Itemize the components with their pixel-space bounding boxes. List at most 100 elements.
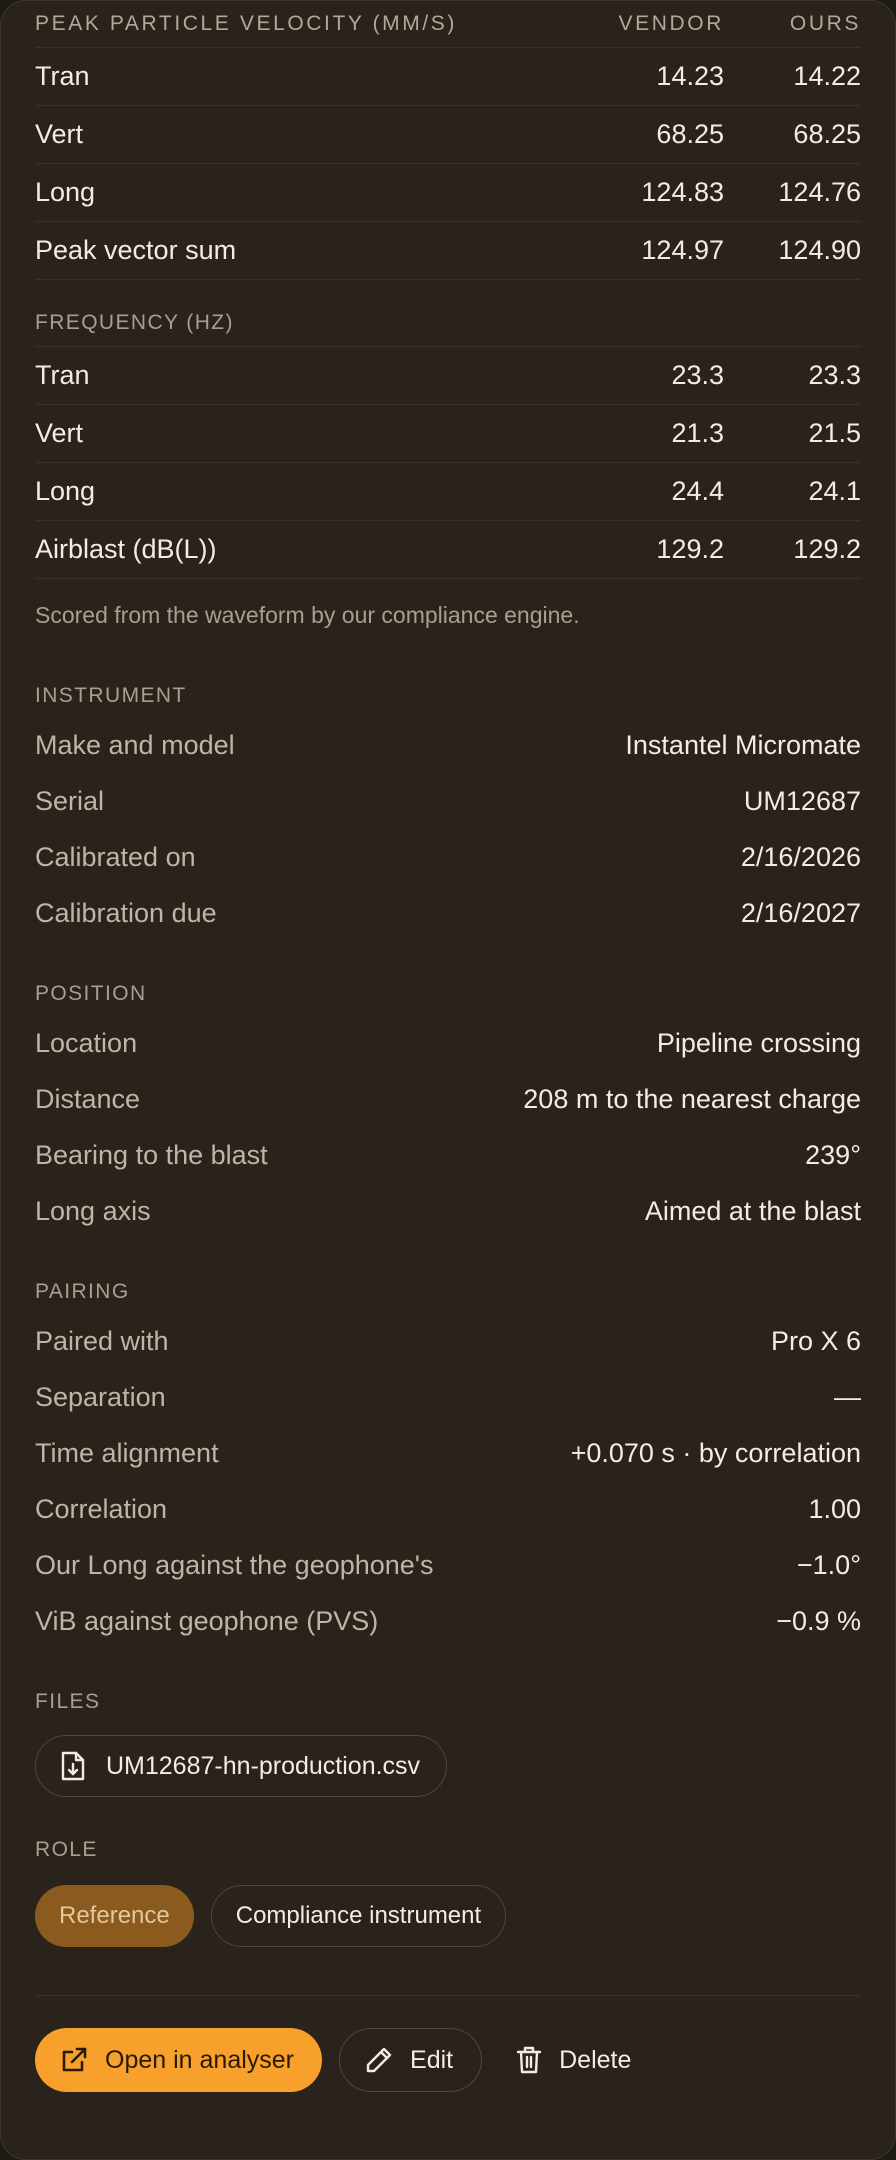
detail-key: Distance	[35, 1083, 141, 1114]
vendor-value: 68.25	[656, 119, 724, 149]
role-section-title: Role	[35, 1838, 98, 1861]
detail-row: Distance 208 m to the nearest charge	[35, 1071, 861, 1127]
sensor-detail-panel: Peak particle velocity (mm/s) Vendor Our…	[0, 0, 896, 2160]
detail-key: Location	[35, 1027, 138, 1058]
detail-value: Pro X 6	[770, 1325, 861, 1356]
delete-button[interactable]: Delete	[499, 2028, 659, 2092]
detail-row: Calibration due 2/16/2027	[35, 885, 861, 941]
detail-value: −1.0°	[796, 1549, 861, 1580]
detail-value: 239°	[805, 1139, 861, 1170]
detail-key: Serial	[35, 785, 105, 816]
detail-value: −0.9 %	[776, 1605, 861, 1636]
ours-value: 124.76	[778, 177, 861, 207]
table-row: Vert 68.25 68.25	[35, 106, 861, 164]
detail-value: UM12687	[743, 785, 861, 816]
ours-value: 68.25	[793, 119, 861, 149]
row-label: Vert	[35, 119, 84, 149]
detail-key: Time alignment	[35, 1437, 219, 1468]
table-row: Tran 23.3 23.3	[35, 347, 861, 405]
detail-key: Long axis	[35, 1195, 151, 1226]
row-label: Airblast (dB(L))	[35, 534, 217, 564]
divider	[35, 1995, 861, 1996]
table-row: Peak vector sum 124.97 124.90	[35, 222, 861, 280]
scoring-note: Scored from the waveform by our complian…	[35, 601, 580, 628]
detail-key: Calibration due	[35, 897, 217, 928]
ours-value: 21.5	[808, 418, 861, 448]
pairing-section-title: Pairing	[35, 1280, 130, 1303]
detail-row: ViB against geophone (PVS) −0.9 %	[35, 1593, 861, 1649]
ours-value: 14.22	[793, 61, 861, 91]
detail-row: Correlation 1.00	[35, 1481, 861, 1537]
vendor-value: 24.4	[671, 476, 724, 506]
file-download-icon	[61, 1751, 85, 1781]
detail-row: Bearing to the blast 239°	[35, 1127, 861, 1183]
vendor-value: 14.23	[656, 61, 724, 91]
table-row: Long 24.4 24.1	[35, 463, 861, 521]
instrument-section-title: Instrument	[35, 684, 187, 707]
detail-value: 2/16/2027	[740, 897, 861, 928]
file-chip[interactable]: UM12687-hn-production.csv	[35, 1735, 448, 1797]
frequency-title: Frequency (Hz)	[35, 280, 861, 347]
file-name: UM12687-hn-production.csv	[106, 1751, 421, 1780]
ours-value: 23.3	[808, 360, 861, 390]
vendor-value: 124.97	[641, 235, 724, 265]
detail-key: ViB against geophone (PVS)	[35, 1605, 379, 1636]
ours-value: 129.2	[793, 534, 861, 564]
detail-value: Instantel Micromate	[625, 729, 861, 760]
detail-value: Aimed at the blast	[644, 1195, 861, 1226]
edit-label: Edit	[410, 2045, 454, 2074]
row-label: Long	[35, 476, 96, 506]
table-row: Long 124.83 124.76	[35, 164, 861, 222]
detail-row: Long axis Aimed at the blast	[35, 1183, 861, 1239]
role-option-compliance-instrument[interactable]: Compliance instrument	[210, 1885, 507, 1947]
detail-key: Make and model	[35, 729, 235, 760]
detail-row: Our Long against the geophone's −1.0°	[35, 1537, 861, 1593]
ppv-title: Peak particle velocity (mm/s)	[35, 12, 457, 35]
open-in-analyser-label: Open in analyser	[105, 2045, 295, 2074]
ours-value: 124.90	[778, 235, 861, 265]
open-in-analyser-button[interactable]: Open in analyser	[35, 2028, 323, 2092]
vendor-column-header: Vendor	[618, 12, 724, 35]
vendor-value: 21.3	[671, 418, 724, 448]
role-option-reference[interactable]: Reference	[35, 1885, 194, 1947]
detail-row: Paired with Pro X 6	[35, 1313, 861, 1369]
detail-key: Calibrated on	[35, 841, 196, 872]
row-label: Vert	[35, 418, 84, 448]
vendor-value: 129.2	[656, 534, 724, 564]
ppv-header-row: Peak particle velocity (mm/s) Vendor Our…	[35, 1, 861, 48]
role-selector: Reference Compliance instrument	[35, 1885, 861, 1947]
delete-label: Delete	[559, 2045, 632, 2074]
pencil-icon	[366, 2047, 392, 2073]
detail-row: Separation —	[35, 1369, 861, 1425]
files-section-title: Files	[35, 1690, 101, 1713]
detail-row: Calibrated on 2/16/2026	[35, 829, 861, 885]
detail-key: Bearing to the blast	[35, 1139, 268, 1170]
vendor-value: 23.3	[671, 360, 724, 390]
position-section-title: Position	[35, 982, 147, 1005]
detail-value: 2/16/2026	[740, 841, 861, 872]
detail-row: Time alignment +0.070 s · by correlation	[35, 1425, 861, 1481]
detail-value: Pipeline crossing	[656, 1027, 861, 1058]
row-label: Tran	[35, 360, 90, 390]
ours-column-header: Ours	[789, 12, 861, 35]
detail-key: Paired with	[35, 1325, 169, 1356]
action-bar: Open in analyser Edit Delete	[35, 2028, 861, 2092]
detail-row: Serial UM12687	[35, 773, 861, 829]
detail-value: —	[834, 1381, 861, 1412]
detail-value: 208 m to the nearest charge	[523, 1083, 861, 1114]
external-link-icon	[62, 2047, 87, 2072]
table-row: Airblast (dB(L)) 129.2 129.2	[35, 521, 861, 579]
detail-row: Location Pipeline crossing	[35, 1015, 861, 1071]
detail-value: +0.070 s · by correlation	[570, 1437, 861, 1468]
vendor-value: 124.83	[641, 177, 724, 207]
detail-key: Correlation	[35, 1493, 168, 1524]
detail-key: Separation	[35, 1381, 166, 1412]
detail-value: 1.00	[808, 1493, 861, 1524]
table-row: Tran 14.23 14.22	[35, 48, 861, 106]
row-label: Peak vector sum	[35, 235, 237, 265]
trash-icon	[516, 2046, 542, 2074]
edit-button[interactable]: Edit	[339, 2028, 483, 2092]
table-row: Vert 21.3 21.5	[35, 405, 861, 463]
detail-key: Our Long against the geophone's	[35, 1549, 434, 1580]
row-label: Long	[35, 177, 96, 207]
